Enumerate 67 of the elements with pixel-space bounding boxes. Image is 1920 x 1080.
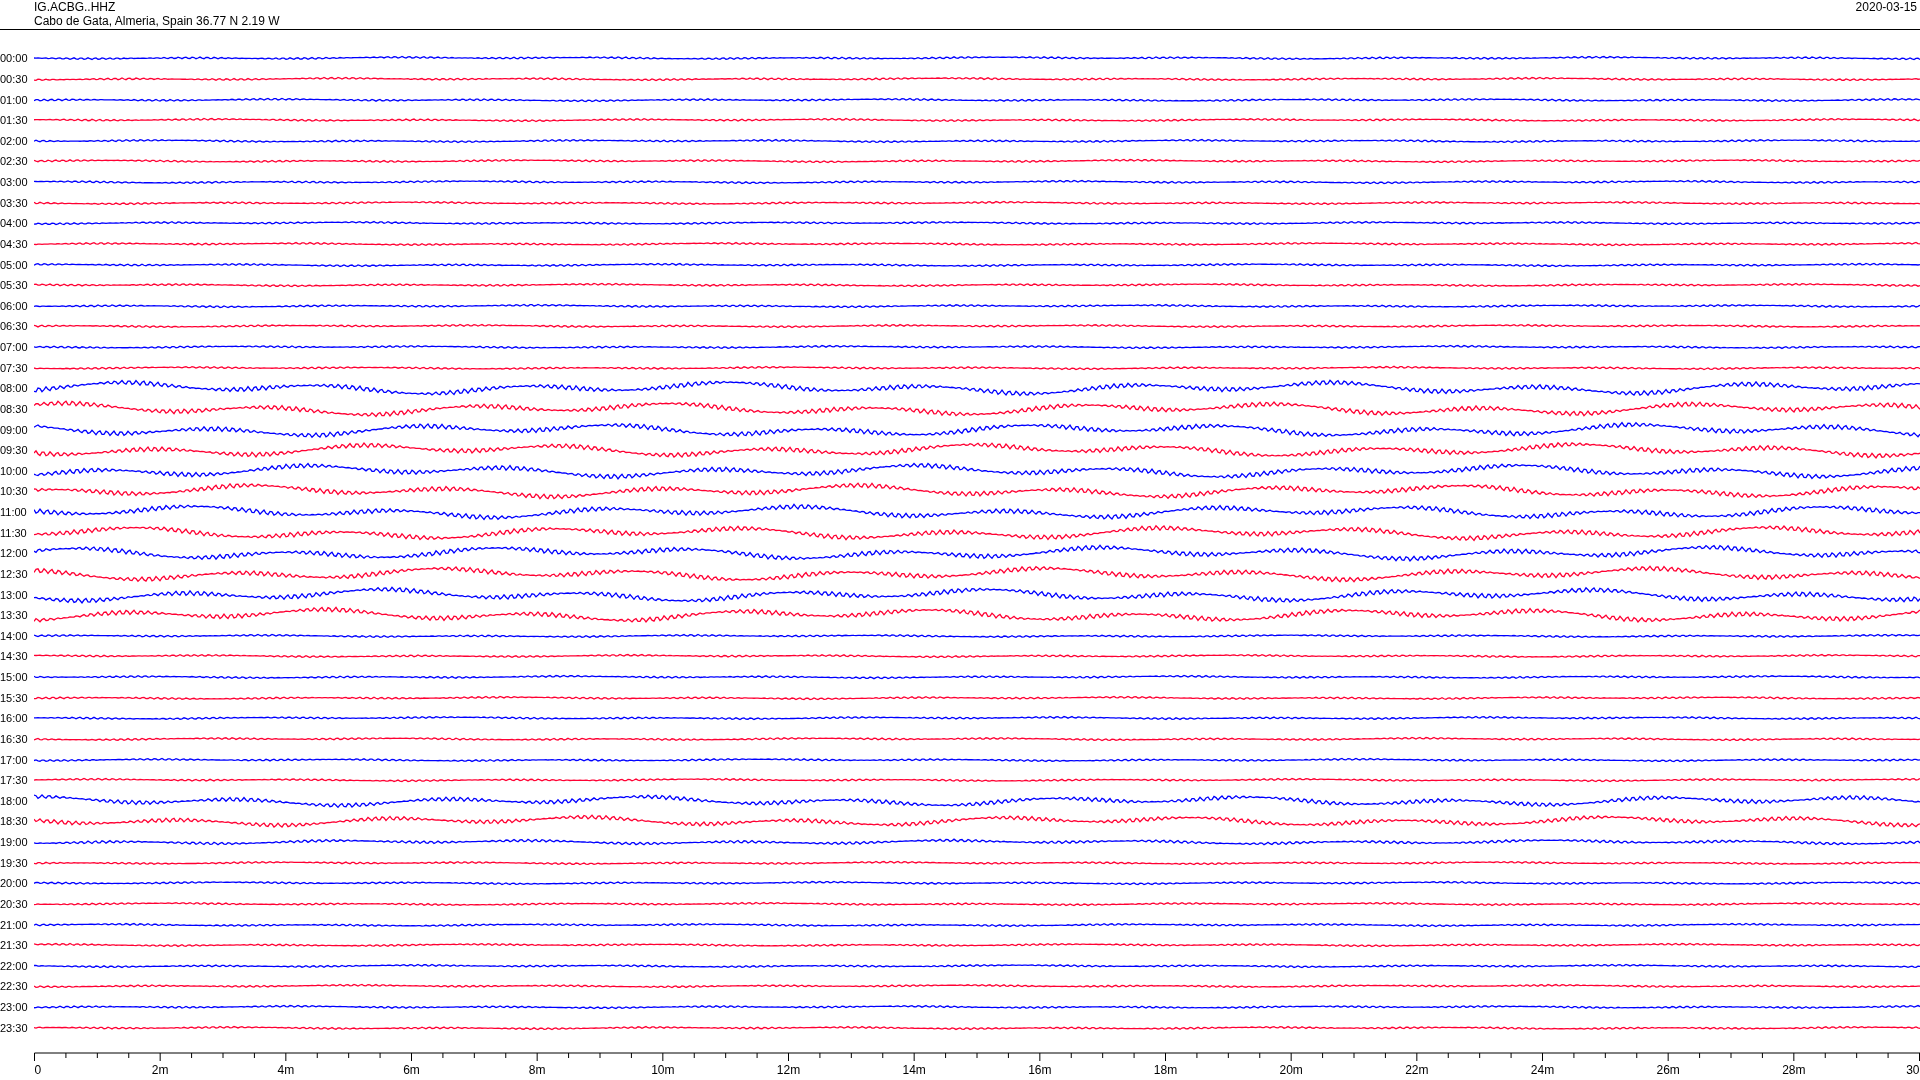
- time-label: 23:30: [0, 1021, 29, 1034]
- time-label: 09:30: [0, 444, 29, 457]
- time-label: 06:00: [0, 299, 29, 312]
- axis-label: 10m: [651, 1063, 675, 1077]
- axis-label: 6m: [403, 1063, 420, 1077]
- time-label: 11:00: [0, 506, 28, 519]
- axis-label: 0: [34, 1063, 42, 1077]
- time-label: 12:30: [0, 567, 29, 580]
- time-label: 21:00: [0, 918, 29, 931]
- time-label: 15:30: [0, 691, 29, 704]
- time-label: 08:00: [0, 382, 29, 395]
- time-label: 03:30: [0, 196, 29, 209]
- time-label: 02:30: [0, 155, 29, 168]
- time-label: 20:00: [0, 877, 29, 890]
- axis-label: 28m: [1782, 1063, 1806, 1077]
- time-label: 17:30: [0, 774, 29, 787]
- time-label: 03:00: [0, 176, 29, 189]
- time-label: 15:00: [0, 671, 29, 684]
- axis-label: 26m: [1656, 1063, 1680, 1077]
- time-label: 01:30: [0, 114, 29, 127]
- time-label: 22:30: [0, 980, 29, 993]
- time-label: 19:00: [0, 836, 29, 849]
- station-location: Cabo de Gata, Almeria, Spain 36.77 N 2.19 W: [34, 14, 280, 28]
- axis-label: 22m: [1405, 1063, 1429, 1077]
- station-code: IG.ACBG..HHZ: [34, 0, 117, 14]
- time-label: 13:30: [0, 609, 29, 622]
- time-label: 09:00: [0, 423, 29, 436]
- time-label: 05:30: [0, 279, 29, 292]
- time-label: 00:00: [0, 52, 29, 65]
- time-label: 22:00: [0, 959, 29, 972]
- time-label: 04:00: [0, 217, 29, 230]
- axis-label: 24m: [1530, 1063, 1555, 1077]
- time-label: 10:30: [0, 485, 29, 498]
- axis-label: 4m: [277, 1063, 295, 1077]
- time-label: 02:00: [0, 134, 29, 147]
- time-label: 18:00: [0, 794, 29, 807]
- time-label: 20:30: [0, 897, 29, 910]
- axis-label: 8m: [528, 1063, 546, 1077]
- time-label: 17:00: [0, 753, 29, 766]
- time-label: 08:30: [0, 402, 29, 415]
- axis-label: 16m: [1028, 1063, 1052, 1077]
- time-label: 21:30: [0, 939, 29, 952]
- time-label: 10:00: [0, 464, 29, 477]
- time-label: 01:00: [0, 93, 29, 106]
- time-label: 16:30: [0, 732, 29, 745]
- time-label: 07:00: [0, 341, 29, 354]
- axis-label: 2m: [151, 1063, 169, 1077]
- time-label: 11:30: [0, 526, 28, 539]
- time-label: 07:30: [0, 361, 29, 374]
- time-label: 16:00: [0, 712, 29, 725]
- time-label: 12:00: [0, 547, 29, 560]
- time-label: 04:30: [0, 237, 29, 250]
- axis-label: 20m: [1279, 1063, 1303, 1077]
- axis-label: 18m: [1153, 1063, 1178, 1077]
- axis-label: 12m: [776, 1063, 801, 1077]
- time-label: 18:30: [0, 815, 29, 828]
- time-label: 14:00: [0, 629, 29, 642]
- time-label: 06:30: [0, 320, 29, 333]
- axis-label: 30: [1906, 1063, 1920, 1077]
- time-label: 05:00: [0, 258, 29, 271]
- time-label: 14:30: [0, 650, 29, 663]
- record-date: 2020-03-15: [1855, 0, 1917, 16]
- time-label: 13:00: [0, 588, 29, 601]
- axis-label: 14m: [902, 1063, 926, 1077]
- time-label: 23:00: [0, 1001, 29, 1014]
- time-label: 00:30: [0, 72, 29, 85]
- time-label: 19:30: [0, 856, 29, 869]
